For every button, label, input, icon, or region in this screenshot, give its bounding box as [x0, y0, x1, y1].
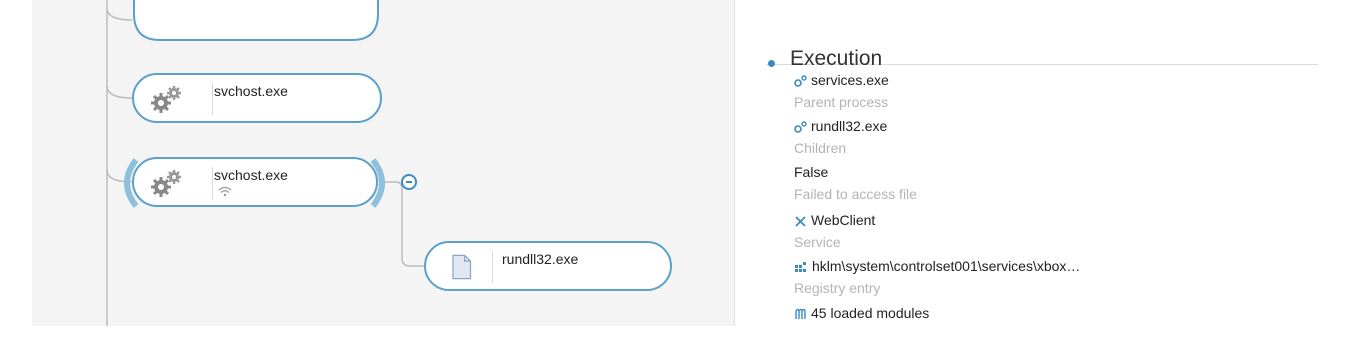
gears-icon	[151, 86, 181, 113]
detail-label: Failed to access file	[794, 186, 917, 202]
section-title: Execution	[790, 47, 883, 70]
tree-node-rundll32[interactable]: rundll32.exe	[424, 241, 672, 291]
details-panel: Execution services.exe Parent process ru…	[766, 0, 1318, 362]
detail-label: Registry entry	[794, 280, 881, 296]
node-name: svchost.exe	[214, 83, 288, 99]
detail-label: Parent process	[794, 94, 889, 110]
service-link[interactable]: WebClient	[811, 212, 875, 228]
node-divider	[492, 251, 493, 283]
registry-icon	[795, 262, 806, 272]
detail-label: Children	[794, 140, 847, 156]
tree-node-svchost-2[interactable]: svchost.exe	[132, 157, 378, 207]
parent-process-link[interactable]: services.exe	[811, 72, 889, 88]
loaded-modules-link[interactable]: 45 loaded modules	[811, 305, 929, 321]
collapse-button[interactable]	[401, 174, 417, 190]
node-divider	[212, 83, 213, 115]
gears-icon	[151, 170, 181, 197]
modules-icon	[795, 308, 806, 319]
tree-node-svchost-1[interactable]: svchost.exe	[132, 73, 382, 123]
process-tree-panel: svchost.exe svchost.exe rundll32.exe	[32, 0, 735, 326]
process-icon	[794, 75, 807, 87]
process-icon	[794, 121, 807, 133]
detail-row-service: WebClient Service	[794, 212, 875, 251]
bullet-icon	[768, 60, 775, 67]
registry-entry-link[interactable]: hklm\system\controlset001\services\xbox…	[812, 258, 1080, 274]
detail-row-registry: hklm\system\controlset001\services\xbox……	[794, 258, 1080, 297]
tools-icon	[795, 216, 806, 227]
detail-row-children: rundll32.exe Children	[794, 118, 887, 157]
detail-row-parent-process: services.exe Parent process	[794, 72, 889, 111]
detail-row-failed-access: False Failed to access file	[794, 164, 917, 203]
node-name: rundll32.exe	[502, 251, 579, 267]
detail-value: False	[794, 164, 829, 180]
child-process-link[interactable]: rundll32.exe	[811, 118, 887, 134]
document-icon	[452, 254, 472, 280]
detail-row-modules: 45 loaded modules	[794, 305, 929, 322]
section-header[interactable]: Execution	[766, 24, 1318, 70]
node-name: svchost.exe	[214, 167, 288, 183]
wifi-icon	[218, 186, 232, 197]
detail-label: Service	[794, 234, 841, 250]
node-divider	[212, 167, 213, 199]
